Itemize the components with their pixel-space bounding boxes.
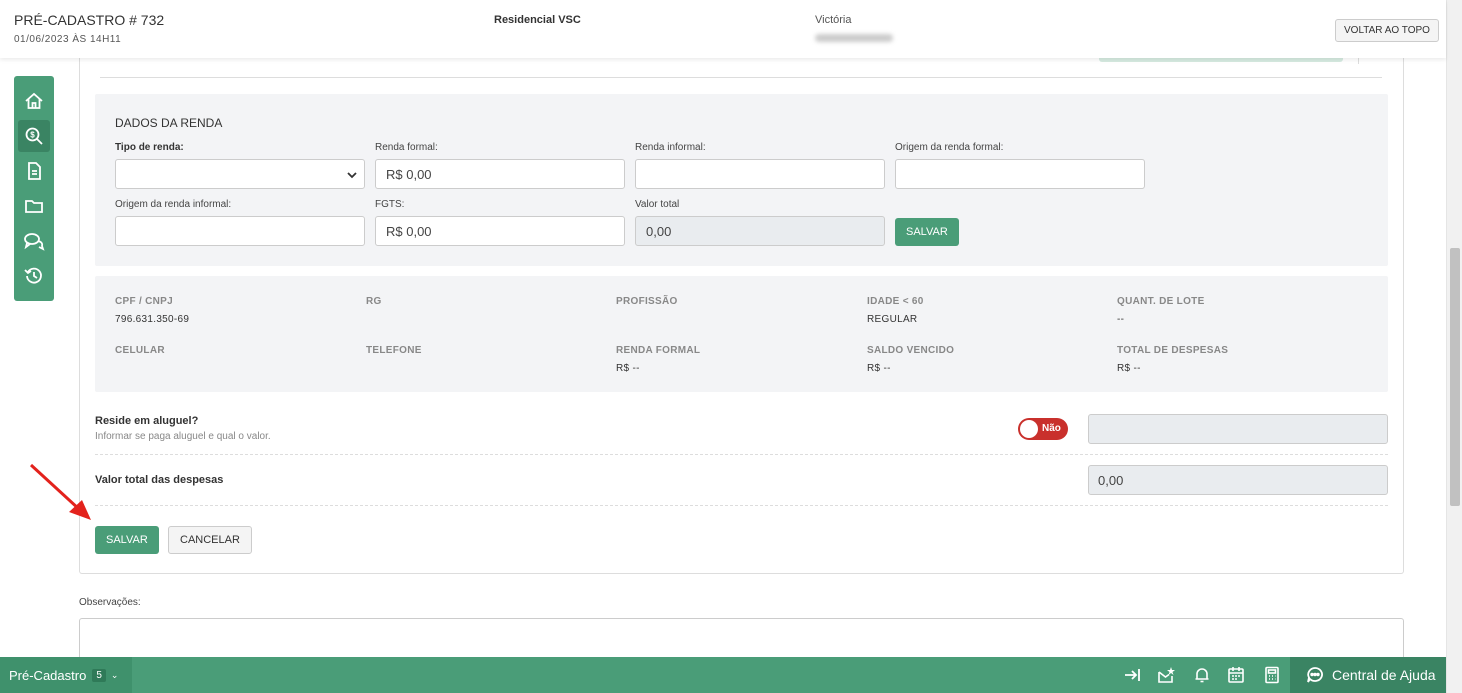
renda-save-button[interactable]: SALVAR [895, 218, 959, 246]
idade-value: REGULAR [867, 314, 918, 325]
chevron-down-icon: ⌄ [110, 669, 119, 680]
page-date: 01/06/2023 ÀS 14H11 [14, 34, 122, 45]
home-icon [25, 92, 43, 109]
footer-bar: Pré-Cadastro 5 ⌄ Central de Ajuda [0, 657, 1446, 693]
history-icon [24, 267, 42, 284]
sidebar-item-documents[interactable] [18, 155, 50, 187]
fgts-input[interactable]: R$ 0,00 [375, 216, 625, 246]
aluguel-subtitle: Informar se paga aluguel e qual o valor. [95, 431, 271, 442]
cancel-button[interactable]: CANCELAR [168, 526, 252, 554]
calculator-icon[interactable] [1263, 666, 1281, 684]
empreendimento-name: Residencial VSC [494, 14, 581, 26]
module-selector[interactable]: Pré-Cadastro 5 ⌄ [0, 657, 132, 693]
renda-section: DADOS DA RENDA Tipo de renda: Renda form… [95, 94, 1388, 266]
origem-informal-input[interactable] [115, 216, 365, 246]
idade-label: IDADE < 60 [867, 296, 924, 307]
aluguel-toggle[interactable]: Não [1018, 418, 1068, 440]
back-to-top-button[interactable]: VOLTAR AO TOPO [1335, 19, 1439, 42]
rg-label: RG [366, 296, 382, 307]
celular-label: CELULAR [115, 345, 165, 356]
cpf-label: CPF / CNPJ [115, 296, 174, 307]
renda-formal-input[interactable]: R$ 0,00 [375, 159, 625, 189]
renda-formal-label: Renda formal: [375, 142, 438, 153]
origem-formal-input[interactable] [895, 159, 1145, 189]
client-info-section: CPF / CNPJ 796.631.350-69 RG PROFISSÃO I… [95, 276, 1388, 392]
toggle-knob [1020, 420, 1038, 438]
renda-informal-input[interactable] [635, 159, 885, 189]
client-name: Victória [815, 14, 852, 26]
chevron-down-icon [347, 172, 357, 179]
valor-total-field: 0,00 [635, 216, 885, 246]
divider [95, 505, 1388, 506]
help-center-button[interactable]: Central de Ajuda [1290, 657, 1446, 693]
fgts-label: FGTS: [375, 199, 405, 210]
despesas-info-label: TOTAL DE DESPESAS [1117, 345, 1229, 356]
chat-bubble-icon [1307, 667, 1323, 683]
page-scrollbar[interactable] [1446, 0, 1462, 693]
renda-informal-label: Renda informal: [635, 142, 706, 153]
calendar-icon[interactable] [1227, 666, 1245, 684]
sidebar-item-chat[interactable] [18, 225, 50, 257]
chat-icon [24, 233, 45, 251]
sidebar-item-history[interactable] [18, 260, 50, 292]
tipo-renda-select[interactable] [115, 159, 365, 189]
search-money-icon: $ [25, 127, 43, 145]
save-button[interactable]: SALVAR [95, 526, 159, 554]
lote-value: -- [1117, 314, 1125, 325]
despesas-title: Valor total das despesas [95, 474, 224, 486]
divider [95, 454, 1388, 455]
telefone-label: TELEFONE [366, 345, 422, 356]
saldo-value: R$ -- [867, 363, 891, 374]
document-icon [28, 162, 41, 180]
module-label: Pré-Cadastro [9, 667, 87, 683]
origem-informal-label: Origem da renda informal: [115, 199, 232, 210]
bell-icon[interactable] [1193, 666, 1211, 684]
help-center-label: Central de Ajuda [1332, 667, 1436, 683]
saldo-label: SALDO VENCIDO [867, 345, 955, 356]
scrollbar-thumb[interactable] [1450, 248, 1460, 506]
renda-formal-info-label: RENDA FORMAL [616, 345, 701, 356]
sidebar-item-renda[interactable]: $ [18, 120, 50, 152]
toggle-label: Não [1042, 423, 1061, 434]
profissao-label: PROFISSÃO [616, 296, 678, 307]
observacoes-label: Observações: [79, 597, 141, 608]
client-blurred-info [815, 34, 893, 42]
annotation-arrow-icon [29, 463, 91, 520]
despesas-info-value: R$ -- [1117, 363, 1141, 374]
mail-star-icon[interactable] [1157, 666, 1175, 684]
section-title: DADOS DA RENDA [115, 116, 223, 130]
tipo-renda-label: Tipo de renda: [115, 142, 184, 153]
page-title: PRÉ-CADASTRO # 732 [14, 12, 165, 28]
svg-text:$: $ [30, 131, 35, 140]
header-bar: PRÉ-CADASTRO # 732 01/06/2023 ÀS 14H11 R… [0, 0, 1446, 58]
collapse-right-icon[interactable] [1123, 666, 1141, 684]
module-badge: 5 [92, 668, 106, 682]
origem-formal-label: Origem da renda formal: [895, 142, 1004, 153]
cpf-value: 796.631.350-69 [115, 314, 190, 325]
lote-label: QUANT. DE LOTE [1117, 296, 1205, 307]
despesas-total-field: 0,00 [1088, 465, 1388, 495]
renda-formal-info-value: R$ -- [616, 363, 640, 374]
sidebar-nav: $ [14, 76, 54, 301]
sidebar-item-folder[interactable] [18, 190, 50, 222]
aluguel-title: Reside em aluguel? [95, 415, 199, 427]
valor-total-label: Valor total [635, 199, 680, 210]
divider [100, 77, 1382, 78]
aluguel-value-input [1088, 414, 1388, 444]
folder-icon [25, 200, 43, 213]
sidebar-item-home[interactable] [18, 85, 50, 117]
